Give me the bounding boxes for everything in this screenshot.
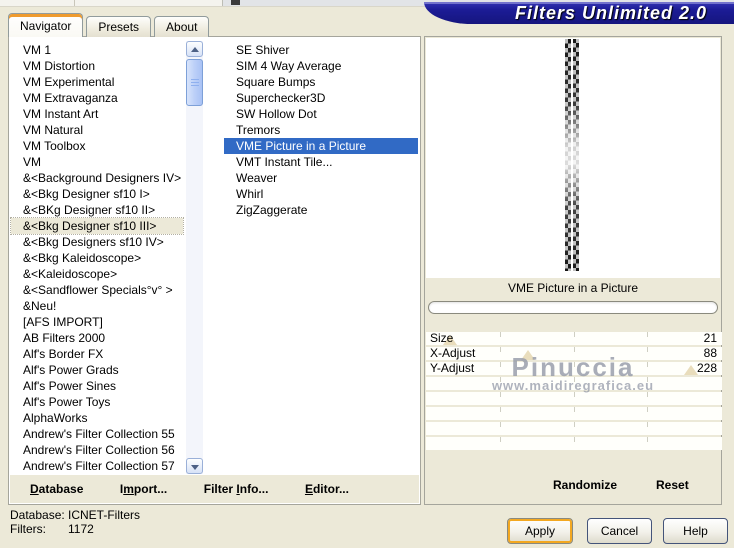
slider-value: 228 [696,361,717,375]
slider-row-y-adjust[interactable]: Y-Adjust 228 [426,362,722,375]
category-item[interactable]: Andrew's Filter Collection 56 [11,442,183,458]
category-item[interactable]: AlphaWorks [11,410,183,426]
thumb-grip-icon [191,79,199,80]
filters-label: Filters: [10,522,46,536]
editor-button[interactable]: Editor... [305,482,349,496]
arrow-down-icon [191,465,199,470]
tab-presets[interactable]: Presets [86,16,152,37]
slider-row-empty [426,377,722,390]
category-item[interactable]: Alf's Power Grads [11,362,183,378]
app-title: Filters Unlimited 2.0 [514,3,708,23]
category-item[interactable]: &<BKg Designer sf10 II> [11,202,183,218]
category-item[interactable]: &<Background Designers IV> [11,170,183,186]
filter-item[interactable]: ZigZaggerate [224,202,418,218]
category-item[interactable]: VM [11,154,183,170]
reset-button[interactable]: Reset [656,478,689,492]
filter-item[interactable]: Whirl [224,186,418,202]
lists-panel: VM 1 VM Distortion VM Experimental VM Extra… [8,36,421,505]
slider-label: Y-Adjust [430,361,475,375]
category-item[interactable]: VM Toolbox [11,138,183,154]
arrow-up-icon [191,47,199,52]
apply-button[interactable]: Apply [507,518,573,544]
filters-value: 1172 [68,522,94,536]
database-button[interactable]: Database [30,482,83,496]
window-artifact [231,0,240,5]
category-item[interactable]: Andrew's Filter Collection 57 [11,458,183,474]
tab-bar: Navigator Presets About [8,13,212,37]
slider-marker-icon[interactable] [521,350,536,360]
import-button[interactable]: Import... [120,482,167,496]
category-item[interactable]: &<Kaleidoscope> [11,266,183,282]
title-banner: Filters Unlimited 2.0 [424,2,734,24]
category-item[interactable]: VM Distortion [11,58,183,74]
filter-item[interactable]: VMT Instant Tile... [224,154,418,170]
category-list[interactable]: VM 1 VM Distortion VM Experimental VM Extra… [10,42,184,474]
category-item[interactable]: &<Bkg Kaleidoscope> [11,250,183,266]
filter-item[interactable]: Square Bumps [224,74,418,90]
category-item[interactable]: &<Bkg Designer sf10 I> [11,186,183,202]
filter-list[interactable]: SE Shiver SIM 4 Way Average Square Bumps Su… [224,42,418,218]
category-item[interactable]: &<Bkg Designer sf10 III> [10,217,184,235]
database-value: ICNET-Filters [68,508,140,522]
category-item[interactable]: &Neu! [11,298,183,314]
slider-value: 88 [703,346,717,360]
scrollbar-thumb[interactable] [186,59,203,106]
parameter-sliders: Size 21 X-Adjust 88 Y-Adjust 228 [426,37,722,504]
status-area: Database: ICNET-Filters Filters: 1172 [10,508,140,536]
filter-item[interactable]: SE Shiver [224,42,418,58]
category-scrollbar[interactable] [186,41,203,474]
category-item[interactable]: &<Bkg Designers sf10 IV> [11,234,183,250]
scroll-down-button[interactable] [186,458,203,474]
slider-row-empty [426,407,722,420]
category-item[interactable]: &<Sandflower Specials°v° > [11,282,183,298]
help-button[interactable]: Help [663,518,728,544]
slider-row-empty [426,392,722,405]
filter-item[interactable]: Superchecker3D [224,90,418,106]
category-item[interactable]: Alf's Power Sines [11,378,183,394]
category-item[interactable]: VM Natural [11,122,183,138]
cancel-button[interactable]: Cancel [587,518,652,544]
category-item[interactable]: [AFS IMPORT] [11,314,183,330]
filter-item[interactable]: Weaver [224,170,418,186]
filter-item[interactable]: Tremors [224,122,418,138]
randomize-button[interactable]: Randomize [553,478,617,492]
category-item[interactable]: Alf's Border FX [11,346,183,362]
filter-item[interactable]: VME Picture in a Picture [224,138,418,154]
category-item[interactable]: VM Extravaganza [11,90,183,106]
filter-info-button[interactable]: Filter Info... [204,482,269,496]
slider-label: Size [430,331,454,345]
category-item[interactable]: VM 1 [11,42,183,58]
tab-navigator[interactable]: Navigator [8,13,84,37]
category-item[interactable]: AB Filters 2000 [11,330,183,346]
slider-marker-icon[interactable] [683,365,698,375]
library-toolbar: Database Import... Filter Info... Editor... [10,474,419,503]
tab-about[interactable]: About [154,16,210,37]
slider-row-empty [426,422,722,435]
filter-item[interactable]: SW Hollow Dot [224,106,418,122]
database-label: Database: [10,508,65,522]
category-item[interactable]: VM Experimental [11,74,183,90]
preview-panel: VME Picture in a Picture Size 21 X-Adjust 8… [424,36,722,505]
slider-label: X-Adjust [430,346,476,360]
slider-row-size[interactable]: Size 21 [426,332,722,345]
category-item[interactable]: Andrew's Filter Collection 55 [11,426,183,442]
filter-item[interactable]: SIM 4 Way Average [224,58,418,74]
slider-value: 21 [703,331,717,345]
slider-row-x-adjust[interactable]: X-Adjust 88 [426,347,722,360]
category-item[interactable]: VM Instant Art [11,106,183,122]
category-item[interactable]: Alf's Power Toys [11,394,183,410]
slider-row-empty [426,437,722,450]
scroll-up-button[interactable] [186,41,203,57]
